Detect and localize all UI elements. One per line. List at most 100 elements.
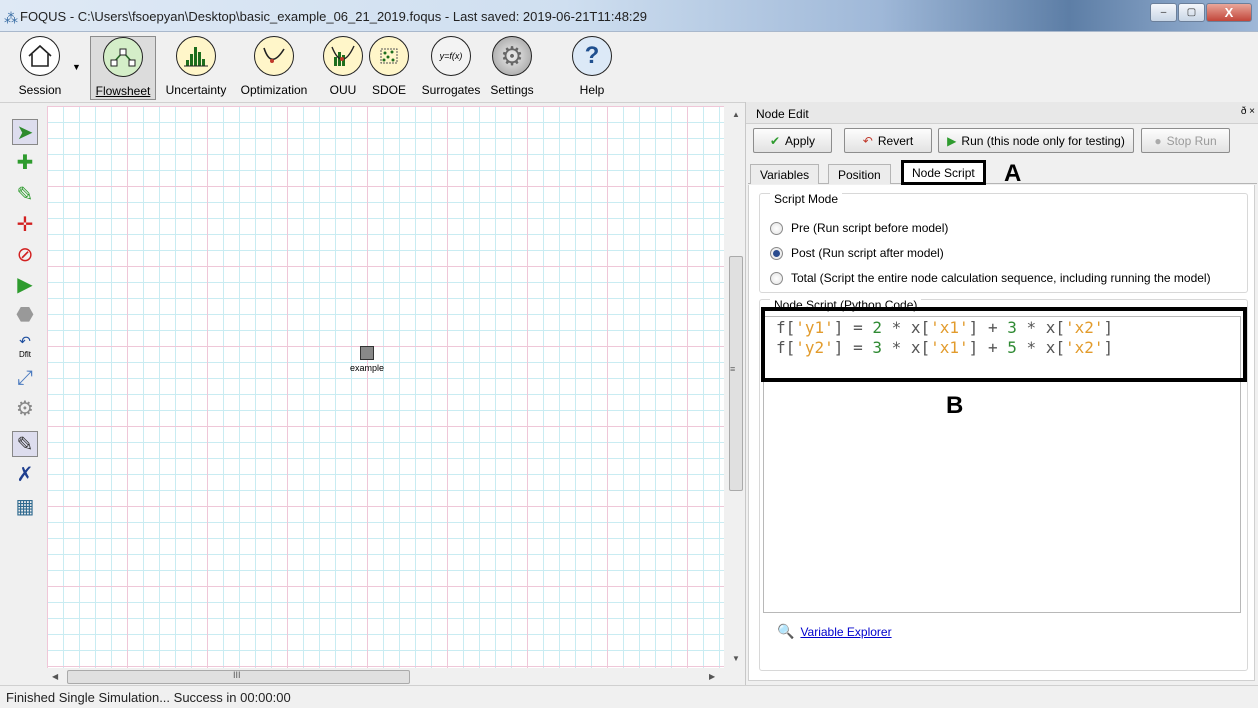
edit-icon[interactable]: ✎	[12, 431, 38, 457]
sdoe-button[interactable]: SDOE	[366, 36, 412, 100]
help-button[interactable]: ? Help	[570, 36, 614, 100]
node-label: example	[350, 363, 385, 373]
status-bar: Finished Single Simulation... Success in…	[0, 685, 1258, 708]
table-icon[interactable]: ▦	[12, 493, 38, 519]
scroll-right-icon[interactable]: ▶	[709, 672, 715, 681]
radio-pre-label: Pre (Run script before model)	[791, 221, 949, 235]
settings-icon[interactable]: ⚙	[12, 395, 38, 421]
surrogates-button[interactable]: y=f(x) Surrogates	[418, 36, 484, 100]
chevron-down-icon[interactable]: ▼	[72, 62, 81, 72]
flowsheet-icon	[103, 37, 143, 77]
radio-post-button[interactable]	[770, 246, 783, 260]
variable-explorer[interactable]: 🔍 Variable Explorer	[777, 623, 892, 640]
flowsheet-area: ➤ ✚ ✎ ✛ ⊘ ▶ ⬣ ↶ Dflt ⤢ ⚙ ✎ ✗ ▦ example ▲ …	[0, 102, 745, 685]
undo-icon: ↶	[862, 133, 873, 148]
sdoe-label: SDOE	[371, 83, 406, 97]
flowsheet-button[interactable]: Flowsheet	[90, 36, 156, 100]
radio-pre-button[interactable]	[770, 221, 783, 235]
session-button[interactable]: Session	[14, 36, 66, 100]
add-edge-icon[interactable]: ✎	[12, 181, 38, 207]
node-script-content: Script Mode Pre (Run script before model…	[748, 185, 1255, 681]
ouu-icon	[323, 36, 363, 76]
apply-button[interactable]: ✔ Apply	[753, 128, 832, 153]
settings-label: Settings	[490, 83, 534, 97]
node-edit-panel: Node Edit ð × ✔ Apply ↶ Revert ▶ Run (th…	[745, 102, 1258, 685]
revert-button[interactable]: ↶ Revert	[844, 128, 932, 153]
run-icon[interactable]: ▶	[12, 271, 38, 297]
flowsheet-label: Flowsheet	[95, 84, 151, 98]
script-mode-title: Script Mode	[770, 192, 843, 206]
apply-label: Apply	[785, 133, 816, 148]
run-label: Run (this node only for testing)	[961, 133, 1125, 148]
run-node-button[interactable]: ▶ Run (this node only for testing)	[938, 128, 1134, 153]
revert-label: Revert	[877, 133, 914, 148]
minimize-button[interactable]: –	[1150, 3, 1177, 22]
default-icon[interactable]: ↶ Dflt	[12, 333, 38, 359]
maximize-button[interactable]: ▢	[1178, 3, 1205, 22]
panel-header: Node Edit ð ×	[746, 102, 1258, 124]
tab-bar: Variables Position Node Script	[748, 158, 1257, 185]
radio-post[interactable]: Post (Run script after model)	[770, 246, 944, 260]
annotation-b: B	[946, 392, 964, 419]
script-mode-group: Script Mode Pre (Run script before model…	[759, 192, 1248, 293]
scroll-left-icon[interactable]: ◀	[52, 672, 58, 681]
panel-float-close-icon[interactable]: ð ×	[1241, 106, 1255, 117]
close-button[interactable]: X	[1206, 3, 1252, 22]
scroll-down-icon[interactable]: ▼	[732, 654, 740, 663]
settings-button[interactable]: ⚙ Settings	[484, 36, 540, 100]
horizontal-scrollbar[interactable]: ◀ III ▶	[47, 669, 724, 685]
magnifier-icon: 🔍	[777, 623, 795, 639]
flowsheet-node[interactable]: example	[350, 346, 384, 373]
question-icon: ?	[572, 36, 612, 76]
stop-dot-icon: ●	[1154, 133, 1162, 148]
sdoe-icon	[369, 36, 409, 76]
center-icon[interactable]: ✛	[12, 211, 38, 237]
curve-minimum-icon	[254, 36, 294, 76]
radio-total-label: Total (Script the entire node calculatio…	[791, 271, 1211, 285]
add-node-icon[interactable]: ✚	[12, 149, 38, 175]
vscroll-grip: ≡	[730, 364, 736, 374]
panel-title: Node Edit	[756, 107, 809, 121]
stop-icon[interactable]: ⬣	[12, 301, 38, 327]
radio-pre[interactable]: Pre (Run script before model)	[770, 221, 948, 235]
link-icon[interactable]: ⤢	[12, 365, 38, 391]
main-toolbar: Session ▼ Flowsheet Uncertainty Optimiza…	[0, 32, 1258, 102]
variable-explorer-link[interactable]: Variable Explorer	[800, 625, 891, 639]
radio-total-button[interactable]	[770, 271, 783, 285]
histogram-icon	[176, 36, 216, 76]
tab-node-script[interactable]: Node Script	[901, 160, 986, 185]
tab-variables[interactable]: Variables	[750, 164, 820, 184]
session-label: Session	[18, 83, 62, 97]
house-icon	[20, 36, 60, 76]
checkmark-icon: ✔	[769, 133, 781, 148]
surrogates-label: Surrogates	[421, 83, 481, 97]
vertical-scrollbar[interactable]: ▲ ≡ ▼	[728, 106, 744, 668]
title-bar: ⁂ FOQUS - C:\Users\fsoepyan\Desktop\basi…	[0, 0, 1258, 32]
optimization-label: Optimization	[240, 83, 308, 97]
play-icon: ▶	[947, 133, 957, 148]
hscroll-grip: III	[233, 670, 241, 680]
annotation-a: A	[1004, 160, 1022, 187]
node-box[interactable]	[360, 346, 375, 360]
flowsheet-canvas[interactable]: example	[47, 106, 724, 668]
uncertainty-button[interactable]: Uncertainty	[160, 36, 232, 100]
help-label: Help	[579, 83, 605, 97]
default-tool-label: Dflt	[19, 350, 31, 359]
select-arrow-icon[interactable]: ➤	[12, 119, 38, 145]
flowsheet-tools: ➤ ✚ ✎ ✛ ⊘ ▶ ⬣ ↶ Dflt ⤢ ⚙ ✎ ✗ ▦	[10, 113, 40, 683]
ouu-button[interactable]: OUU	[320, 36, 366, 100]
optimization-button[interactable]: Optimization	[236, 36, 312, 100]
function-icon: y=f(x)	[431, 36, 471, 76]
gear-icon: ⚙	[492, 36, 532, 76]
stop-run-button[interactable]: ● Stop Run	[1141, 128, 1230, 153]
radio-total[interactable]: Total (Script the entire node calculatio…	[770, 271, 1211, 285]
ouu-label: OUU	[329, 83, 357, 97]
uncertainty-label: Uncertainty	[165, 83, 227, 97]
scroll-up-icon[interactable]: ▲	[732, 110, 740, 119]
foqus-app-icon: ⁂	[4, 10, 18, 26]
no-edit-icon[interactable]: ✗	[12, 461, 38, 487]
delete-icon[interactable]: ⊘	[12, 241, 38, 267]
tab-position[interactable]: Position	[828, 164, 891, 184]
window-title: FOQUS - C:\Users\fsoepyan\Desktop\basic_…	[20, 9, 648, 24]
radio-post-label: Post (Run script after model)	[791, 246, 944, 260]
